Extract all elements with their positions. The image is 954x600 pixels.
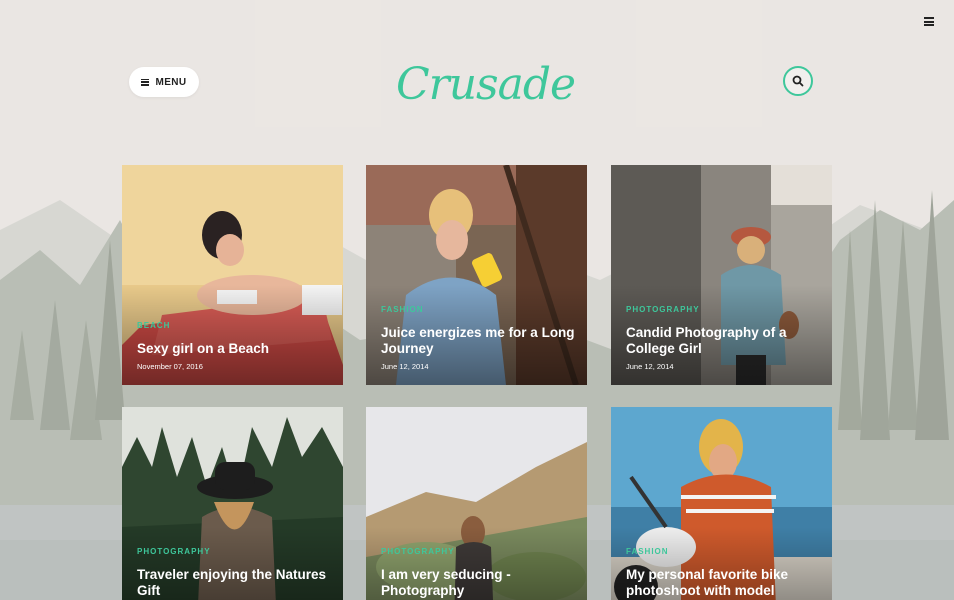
post-date: November 07, 2016 [137, 362, 203, 371]
post-category[interactable]: PHOTOGRAPHY [381, 547, 455, 556]
post-title[interactable]: I am very seducing - Photography [381, 567, 576, 599]
search-icon [792, 75, 804, 87]
post-card[interactable]: PHOTOGRAPHY Traveler enjoying the Nature… [122, 407, 343, 600]
post-title[interactable]: Traveler enjoying the Natures Gift [137, 567, 332, 599]
post-title[interactable]: Juice energizes me for a Long Journey [381, 325, 576, 357]
post-card[interactable]: PHOTOGRAPHY I am very seducing - Photogr… [366, 407, 587, 600]
post-category[interactable]: FASHION [626, 547, 669, 556]
menu-button[interactable]: MENU [129, 67, 199, 97]
post-category[interactable]: PHOTOGRAPHY [137, 547, 211, 556]
post-card[interactable]: FASHION My personal favorite bike photos… [611, 407, 832, 600]
post-category[interactable]: FASHION [381, 305, 424, 314]
hamburger-icon [141, 78, 150, 86]
menu-label: MENU [155, 76, 187, 88]
post-date: June 12, 2014 [381, 362, 429, 371]
post-category[interactable]: PHOTOGRAPHY [626, 305, 700, 314]
post-title[interactable]: Sexy girl on a Beach [137, 341, 332, 357]
post-category[interactable]: BEACH [137, 321, 170, 330]
page-menu-icon[interactable] [924, 17, 934, 26]
post-card[interactable]: FASHION Juice energizes me for a Long Jo… [366, 165, 587, 385]
post-grid: BEACH Sexy girl on a Beach November 07, … [122, 165, 832, 600]
post-date: June 12, 2014 [626, 362, 674, 371]
site-logo[interactable]: Crusade [396, 50, 576, 120]
post-title[interactable]: My personal favorite bike photoshoot wit… [626, 567, 821, 599]
post-title[interactable]: Candid Photography of a College Girl [626, 325, 821, 357]
post-card[interactable]: PHOTOGRAPHY Candid Photography of a Coll… [611, 165, 832, 385]
post-card[interactable]: BEACH Sexy girl on a Beach November 07, … [122, 165, 343, 385]
search-button[interactable] [783, 66, 813, 96]
